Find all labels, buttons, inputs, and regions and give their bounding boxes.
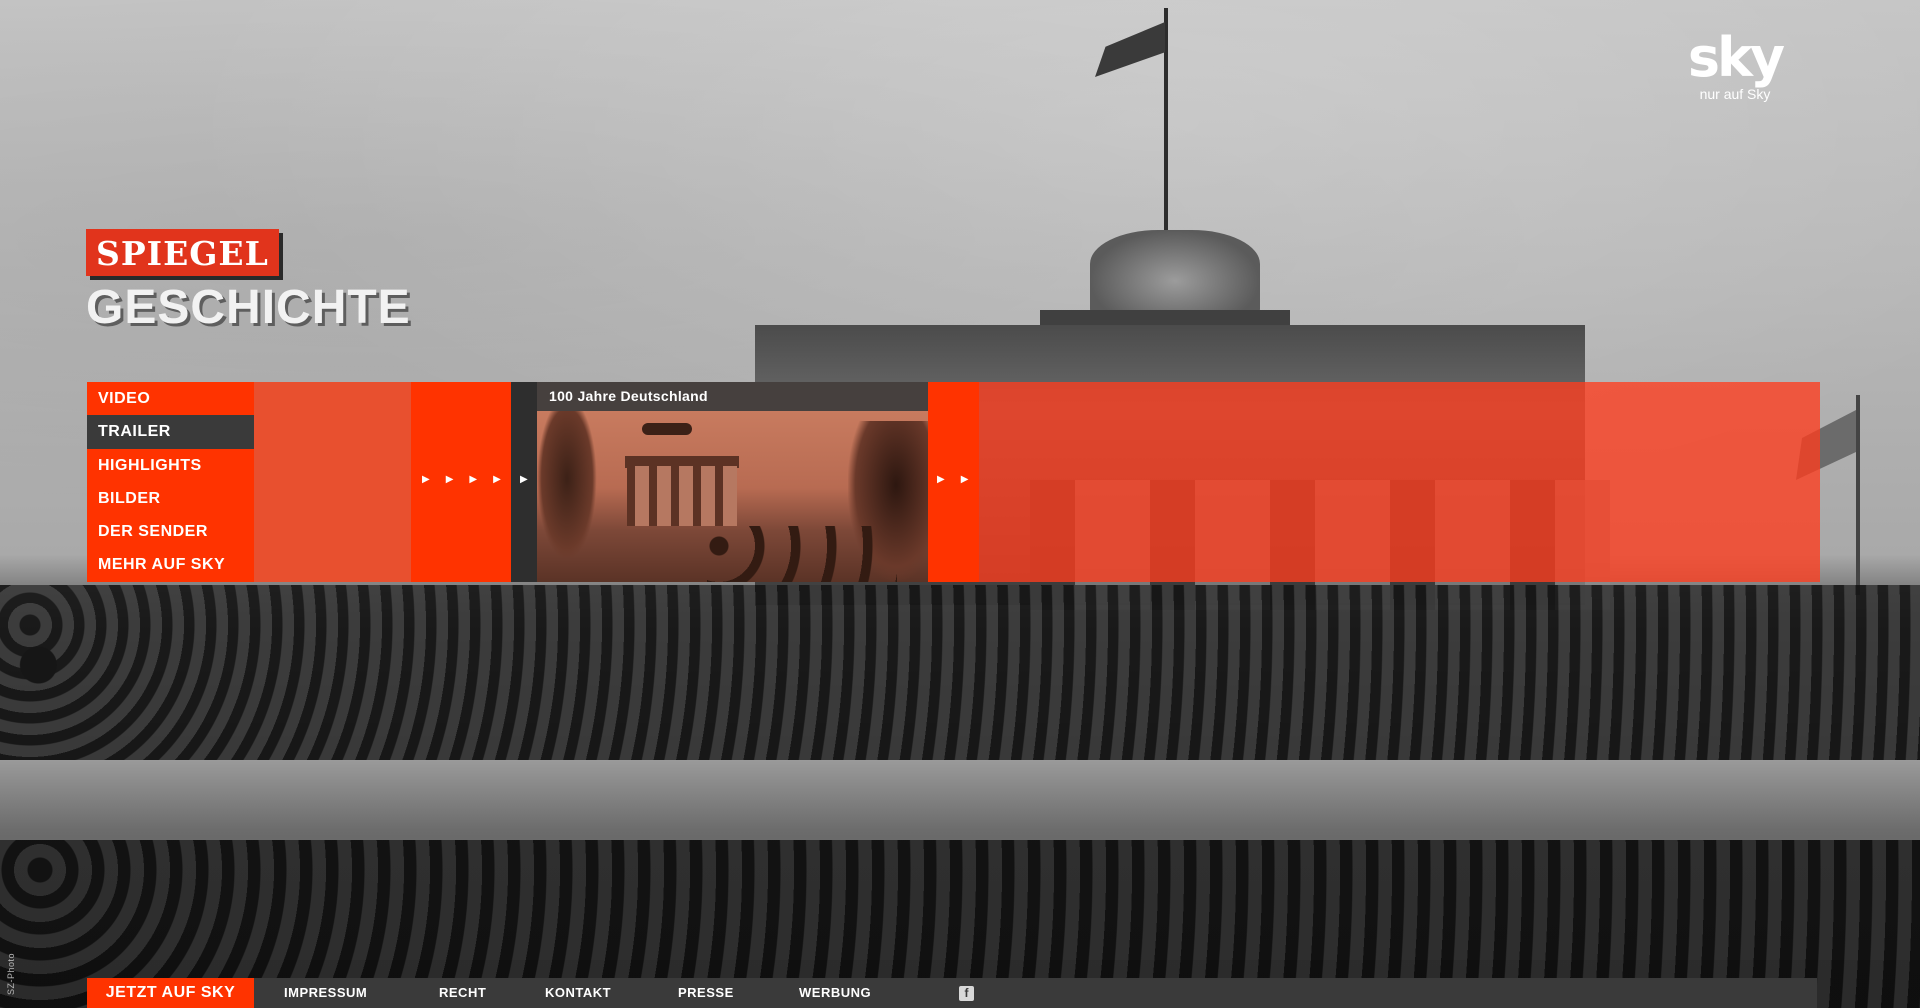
footer-link-impressum[interactable]: IMPRESSUM: [284, 978, 367, 1008]
arrow-right-icon: ▶: [960, 474, 969, 485]
footer-link-recht[interactable]: RECHT: [439, 978, 486, 1008]
trailer-video-player[interactable]: 100 Jahre Deutschland: [537, 382, 928, 582]
facebook-icon[interactable]: f: [959, 986, 974, 1001]
arrow-right-icon: ▶: [937, 474, 945, 485]
arrow-right-icon: ▶: [469, 474, 478, 485]
menu-item-trailer[interactable]: TRAILER: [87, 415, 254, 449]
menu-item-der-sender[interactable]: DER SENDER: [87, 515, 254, 548]
menu-item-bilder[interactable]: BILDER: [87, 482, 254, 515]
arrow-right-icon: ▶: [422, 474, 430, 485]
arrow-group: ▶ ▶ ▶ ▶: [422, 474, 501, 485]
arrow-right-icon: ▶: [445, 474, 454, 485]
orange-overlay: [979, 382, 1820, 582]
main-menu: VIDEO TRAILER HIGHLIGHTS BILDER DER SEND…: [87, 382, 254, 582]
arrow-group: ▶ ▶: [937, 474, 968, 485]
sky-wordmark: sky: [1687, 26, 1785, 89]
geschichte-wordmark: GESCHICHTE: [86, 281, 411, 334]
video-tree-left: [537, 411, 597, 561]
jetzt-auf-sky-button[interactable]: JETZT AUF SKY: [87, 978, 254, 1008]
menu-item-video[interactable]: VIDEO: [87, 382, 254, 415]
nav-band: VIDEO TRAILER HIGHLIGHTS BILDER DER SEND…: [87, 382, 1820, 582]
video-prev-handle[interactable]: ▶: [511, 382, 537, 582]
sky-logo[interactable]: sky nur auf Sky: [1680, 26, 1790, 103]
video-frame[interactable]: [537, 411, 928, 582]
video-helicopter: [642, 423, 692, 435]
photo-credit: SZ-Photo: [6, 952, 16, 995]
spiegel-wordmark: SPIEGEL: [86, 229, 279, 276]
menu-item-mehr-auf-sky[interactable]: MEHR AUF SKY: [87, 548, 254, 581]
footer-link-kontakt[interactable]: KONTAKT: [545, 978, 611, 1008]
spiegel-geschichte-logo[interactable]: SPIEGEL GESCHICHTE: [86, 229, 411, 335]
quadriga-statue: [1090, 230, 1260, 315]
submenu-panel: [254, 382, 411, 582]
crowd-on-wall: [0, 585, 1920, 785]
video-gate: [627, 466, 737, 526]
arrow-right-icon: ▶: [520, 474, 528, 485]
footer-bar: JETZT AUF SKY IMPRESSUM RECHT KONTAKT PR…: [87, 978, 1817, 1008]
footer-link-werbung[interactable]: WERBUNG: [799, 978, 871, 1008]
arrow-right-icon: ▶: [493, 474, 501, 485]
video-people: [707, 526, 897, 582]
flag-pole-right: [1856, 395, 1860, 595]
menu-item-highlights[interactable]: HIGHLIGHTS: [87, 449, 254, 482]
video-title: 100 Jahre Deutschland: [537, 382, 928, 411]
slide-next-panel[interactable]: ▶ ▶: [928, 382, 979, 582]
footer-link-presse[interactable]: PRESSE: [678, 978, 734, 1008]
slide-arrows-panel[interactable]: ▶ ▶ ▶ ▶: [411, 382, 511, 582]
